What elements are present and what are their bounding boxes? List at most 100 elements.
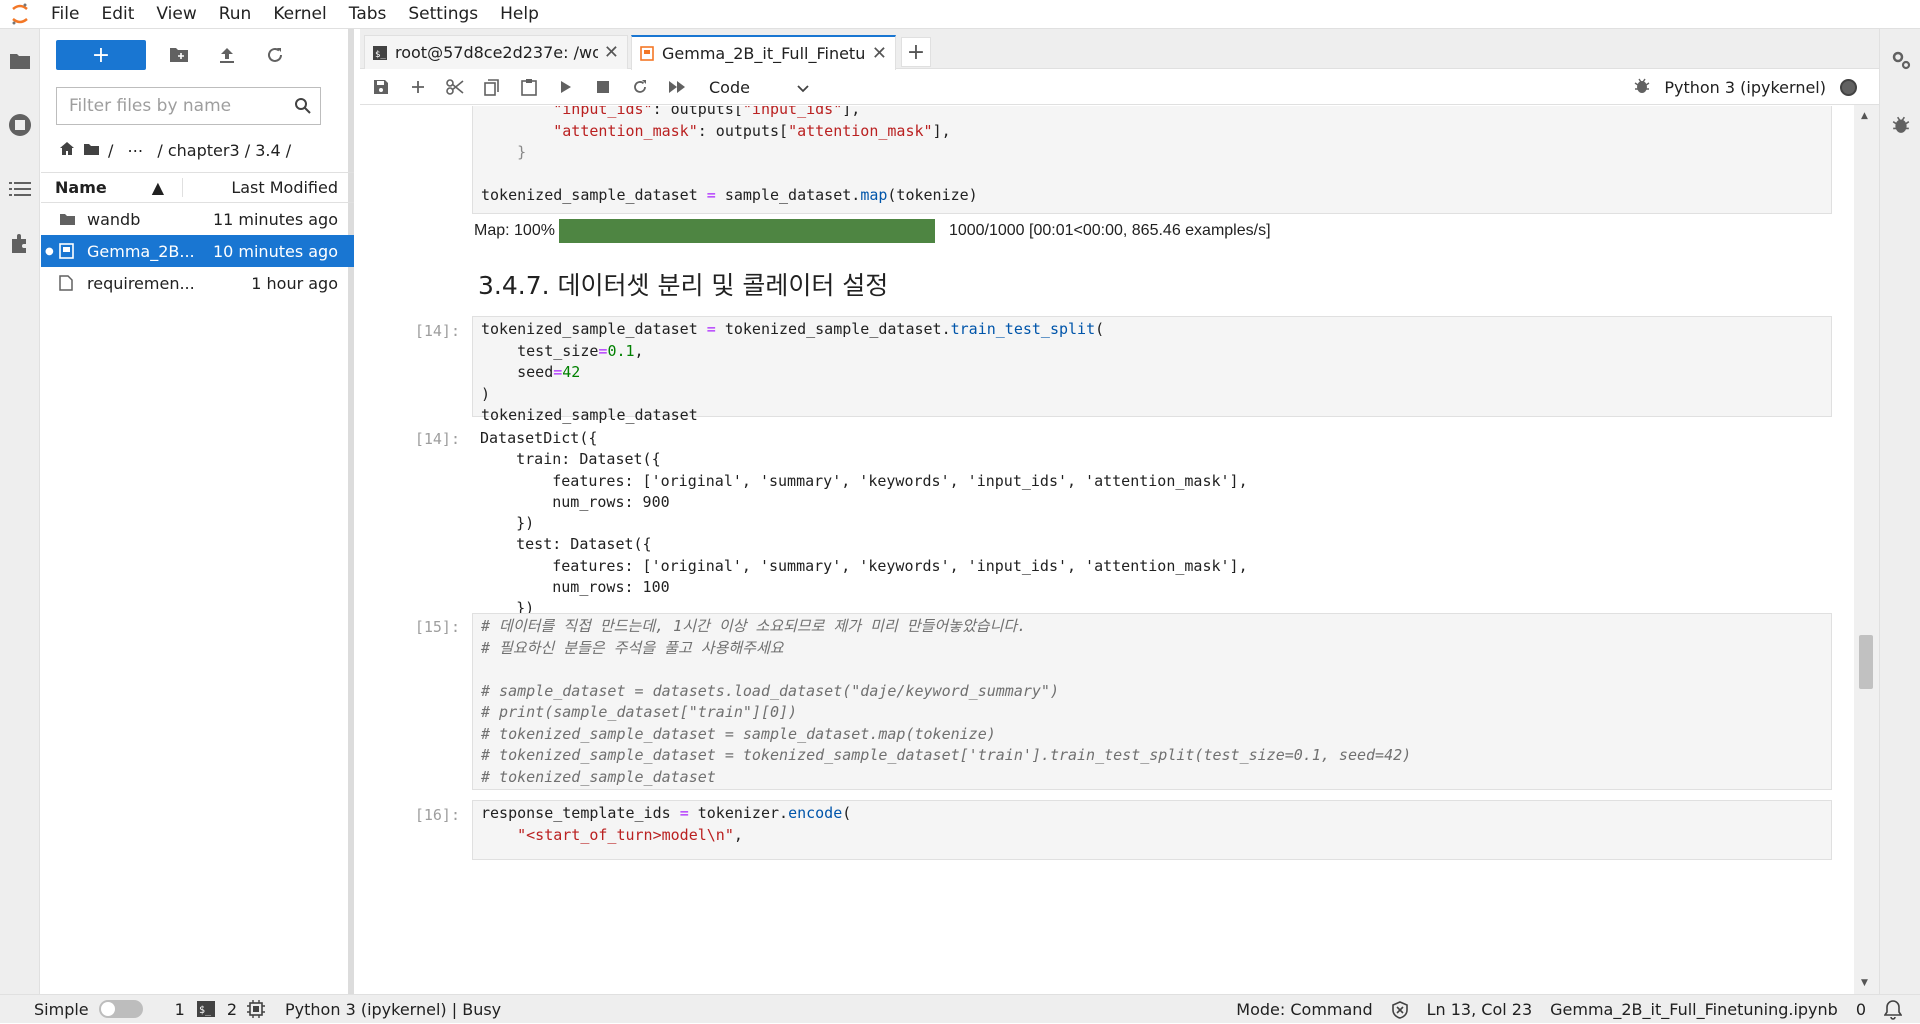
running-indicator: ● (45, 245, 54, 257)
file-name: Gemma_2B... (87, 241, 195, 261)
cursor-position[interactable]: Ln 13, Col 23 (1427, 1000, 1533, 1019)
close-icon[interactable]: ✕ (604, 42, 619, 63)
notification-count: 0 (1855, 1000, 1866, 1019)
sort-ascending-icon: ▲ (151, 178, 164, 197)
trusted-icon[interactable] (1391, 1000, 1409, 1019)
restart-icon[interactable] (621, 72, 658, 102)
notebook-toolbar: Code Python 3 (ipykernel) (360, 70, 1879, 105)
menu-tabs[interactable]: Tabs (338, 0, 398, 29)
menu-help[interactable]: Help (489, 0, 550, 29)
column-name[interactable]: Name ▲ (41, 178, 183, 197)
scroll-down-icon[interactable]: ▼ (1861, 978, 1868, 988)
running-kernels-icon[interactable] (6, 111, 34, 139)
menu-settings[interactable]: Settings (397, 0, 489, 29)
upload-icon[interactable] (212, 40, 242, 70)
right-sidebar (1879, 29, 1920, 994)
menu-edit[interactable]: Edit (90, 0, 145, 29)
file-filter-input[interactable]: Filter files by name (56, 87, 321, 125)
new-tab-button[interactable]: + (901, 37, 931, 67)
terminal-icon: $_ (196, 1001, 215, 1017)
terminal-count[interactable]: 1 (175, 1000, 185, 1019)
kernel-indicator: Python 3 (ipykernel) (1634, 70, 1857, 105)
file-modified: 10 minutes ago (212, 241, 338, 261)
code-text[interactable]: "input_ids": outputs["input_ids"], "atte… (473, 106, 1831, 209)
kernel-name[interactable]: Python 3 (ipykernel) (1664, 78, 1826, 97)
home-icon[interactable] (59, 141, 75, 160)
input-prompt: [14]: (414, 322, 460, 340)
close-icon[interactable]: ✕ (872, 43, 887, 64)
file-modified: 11 minutes ago (212, 209, 338, 229)
kernel-count[interactable]: 2 (227, 1000, 237, 1019)
mode-indicator: Mode: Command (1236, 1000, 1373, 1019)
file-row-wandb[interactable]: wandb 11 minutes ago (41, 203, 354, 235)
notebook-content: "input_ids": outputs["input_ids"], "atte… (360, 106, 1879, 994)
cut-icon[interactable] (436, 72, 473, 102)
code-cell[interactable]: tokenized_sample_dataset = tokenized_sam… (472, 316, 1832, 424)
new-folder-icon[interactable] (164, 40, 194, 70)
paste-icon[interactable] (510, 72, 547, 102)
status-bar: Simple 1 $_ 2 Python 3 (ipykernel) | Bus… (0, 994, 1920, 1023)
cell-type-select[interactable]: Code (709, 78, 809, 97)
cell-type-value: Code (709, 77, 750, 97)
code-text[interactable]: # 데이터를 직접 만드는데, 1시간 이상 소요되므로 제가 미리 만들어놓았… (473, 614, 1831, 790)
file-icon (59, 275, 81, 291)
stop-icon[interactable] (584, 72, 621, 102)
code-text[interactable]: response_template_ids = tokenizer.encode… (473, 801, 1831, 848)
column-last-modified[interactable]: Last Modified (183, 178, 354, 197)
tab-terminal[interactable]: $_ root@57d8ce2d237e: /work ✕ (364, 35, 628, 69)
menu-file[interactable]: File (40, 0, 90, 29)
code-cell[interactable]: response_template_ids = tokenizer.encode… (472, 800, 1832, 860)
progress-stats: 1000/1000 [00:01<00:00, 865.46 examples/… (948, 222, 1271, 239)
scroll-up-icon[interactable]: ▲ (1861, 111, 1868, 121)
restart-run-all-icon[interactable] (658, 72, 695, 102)
toc-icon[interactable] (6, 175, 34, 203)
notebook-icon (59, 243, 81, 259)
terminal-icon: $_ (373, 45, 387, 60)
code-cell[interactable]: "input_ids": outputs["input_ids"], "atte… (472, 106, 1832, 214)
tab-notebook[interactable]: Gemma_2B_it_Full_Finetunin ✕ (631, 35, 896, 70)
filter-placeholder: Filter files by name (69, 96, 232, 116)
new-launcher-button[interactable]: + (56, 40, 146, 70)
menu-kernel[interactable]: Kernel (262, 0, 337, 29)
search-icon (294, 97, 312, 115)
scrollbar-thumb[interactable] (1859, 635, 1873, 689)
breadcrumb-ellipsis[interactable]: ⋯ (127, 141, 143, 160)
debugger-icon[interactable] (1634, 77, 1650, 98)
code-cell[interactable]: # 데이터를 직접 만드는데, 1시간 이상 소요되므로 제가 미리 만들어놓았… (472, 613, 1832, 790)
file-row-notebook[interactable]: ● Gemma_2B... 10 minutes ago (41, 235, 354, 267)
file-browser-toolbar: + (56, 40, 290, 70)
breadcrumb-path[interactable]: / chapter3 / 3.4 / (157, 141, 291, 160)
property-inspector-icon[interactable] (1890, 49, 1912, 76)
code-text[interactable]: tokenized_sample_dataset = tokenized_sam… (473, 317, 1831, 429)
notebook-icon (640, 46, 654, 61)
breadcrumb-root[interactable]: / (108, 141, 113, 160)
file-row-requirements[interactable]: requiremen... 1 hour ago (41, 267, 354, 299)
debugger-icon[interactable] (1892, 115, 1910, 139)
simple-mode-toggle[interactable] (98, 1000, 143, 1018)
menu-view[interactable]: View (145, 0, 207, 29)
output-prompt: [14]: (414, 430, 460, 448)
kernel-status[interactable]: Python 3 (ipykernel) | Busy (285, 1000, 501, 1019)
folder-icon[interactable] (6, 47, 34, 75)
refresh-icon[interactable] (260, 40, 290, 70)
extensions-icon[interactable] (6, 229, 34, 257)
menu-run[interactable]: Run (208, 0, 263, 29)
progress-label: Map: 100% (474, 222, 555, 239)
cpu-icon (247, 1000, 266, 1018)
section-heading: 3.4.7. 데이터셋 분리 및 콜레이터 설정 (478, 271, 889, 300)
breadcrumb-folder-icon[interactable] (83, 141, 100, 160)
folder-icon (59, 213, 81, 226)
tab-bar: $_ root@57d8ce2d237e: /work ✕ Gemma_2B_i… (360, 29, 1879, 70)
input-prompt: [16]: (414, 806, 460, 824)
status-right: Mode: Command Ln 13, Col 23 Gemma_2B_it_… (1236, 995, 1920, 1024)
bell-icon[interactable] (1884, 999, 1902, 1020)
input-prompt: [15]: (414, 618, 460, 636)
svg-text:$_: $_ (199, 1005, 212, 1016)
copy-icon[interactable] (473, 72, 510, 102)
save-icon[interactable] (362, 72, 399, 102)
add-cell-icon[interactable] (399, 72, 436, 102)
cell-output: DatasetDict({ train: Dataset({ features:… (480, 429, 1248, 639)
notebook-scrollbar[interactable]: ▲ ▼ (1854, 105, 1879, 994)
tab-label: Gemma_2B_it_Full_Finetunin (662, 44, 866, 63)
run-icon[interactable] (547, 72, 584, 102)
